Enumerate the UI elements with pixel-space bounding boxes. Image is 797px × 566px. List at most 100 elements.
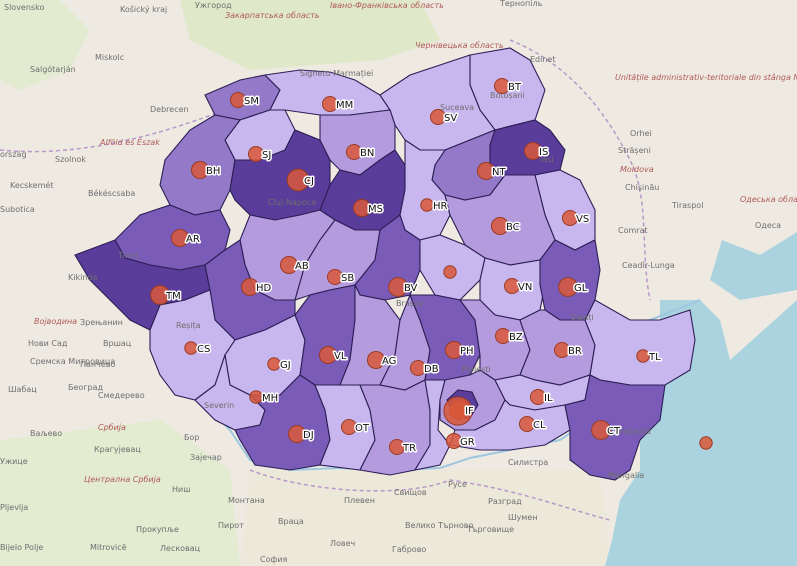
place-label-valjevo: Ваљево [30, 429, 62, 438]
place-label-bijelo: Bijelo Polje [0, 543, 43, 552]
place-label-clujnapoca: Cluj-Napoca [268, 198, 316, 207]
place-label-centralna: Централна Србија [84, 475, 161, 484]
place-label-pancevo: Панчево [80, 360, 116, 369]
place-label-vrsac: Вршац [103, 339, 132, 348]
place-label-suceava: Suceava [440, 103, 474, 112]
place-label-chernivtsi: Чернівецька область [415, 41, 504, 50]
county-label-gj: GJ [280, 360, 291, 371]
place-label-prokuplje: Прокупље [136, 525, 179, 534]
place-label-srbija: Србија [98, 423, 126, 432]
county-label-bv: BV [404, 283, 418, 294]
county-label-vs: VS [576, 214, 589, 225]
place-label-slovensko: Slovensko [4, 3, 44, 12]
bubble-tl[interactable] [636, 349, 650, 363]
bubble-gj[interactable] [267, 357, 281, 371]
place-label-moldova: Moldova [620, 165, 654, 174]
place-label-mangalia: Mangalia [608, 471, 644, 480]
place-label-vratsa: Враца [278, 517, 304, 526]
county-label-vn: VN [518, 282, 532, 293]
place-label-vojvodina: Војводина [34, 317, 77, 326]
place-label-razgrad: Разград [488, 497, 522, 506]
place-label-straseni: Strășeni [618, 146, 651, 156]
place-label-kikinda: Kikinda [68, 273, 97, 282]
county-label-is: IS [539, 147, 548, 158]
county-label-ag: AG [382, 356, 396, 367]
place-label-leskovac: Лесковац [160, 544, 201, 553]
place-label-kosicky: Košický kraj [120, 4, 167, 14]
county-label-gr: GR [460, 437, 475, 448]
place-label-odeska: Одеська область [740, 195, 797, 204]
bubble-mh[interactable] [249, 390, 263, 404]
place-label-bor: Бор [184, 433, 199, 442]
bubble-cv[interactable] [443, 265, 457, 279]
county-label-ar: AR [186, 234, 200, 245]
place-label-pljevlja: Pljevlja [0, 503, 28, 512]
place-label-edinet: Edinet [530, 55, 555, 64]
place-label-debrecen: Debrecen [150, 105, 189, 114]
place-label-sabac: Шабац [8, 385, 37, 394]
county-label-sj: SJ [262, 150, 271, 161]
place-label-svishtov: Свищов [394, 488, 427, 497]
county-label-cs: CS [197, 344, 210, 355]
place-label-comrat: Comrat [618, 226, 648, 235]
county-label-sb: SB [341, 273, 354, 284]
county-label-bn: BN [360, 148, 374, 159]
county-label-ph: PH [460, 346, 474, 357]
place-label-subotica: Subotica [0, 205, 35, 214]
county-label-mm: MM [336, 100, 353, 111]
place-label-novisad: Нови Сад [28, 339, 68, 348]
county-label-bt: BT [508, 82, 522, 93]
bubble-md[interactable] [699, 436, 713, 450]
county-label-tr: TR [402, 443, 416, 454]
place-label-uzice: Ужице [0, 457, 28, 466]
map-canvas[interactable]: Slovensko Košický kraj УжгородЗакарпатська… [0, 0, 797, 566]
place-label-orszag: ország [0, 150, 27, 159]
county-label-ab: AB [295, 261, 309, 272]
place-label-miskolc: Miskolc [95, 53, 124, 62]
county-label-cj: CJ [304, 176, 314, 187]
place-label-alfold: Alföld és Észak [99, 136, 160, 147]
county-label-sm: SM [244, 96, 259, 107]
map-view[interactable]: Slovensko Košický kraj Ужгород Закарпатська… [0, 0, 797, 566]
place-label-galati: Galați [570, 313, 594, 323]
place-label-ruse: Русе [448, 480, 467, 489]
place-label-orhei: Orhei [630, 129, 652, 138]
county-label-sv: SV [444, 113, 457, 124]
county-label-mh: MH [262, 393, 278, 404]
place-label-unitatile: Unitățile administrativ-teritoriale din … [615, 73, 797, 82]
place-label-chisinau: Chișinău [625, 183, 659, 193]
place-label-montana: Монтана [228, 496, 265, 505]
county-label-il: IL [544, 393, 553, 404]
place-label-gabrovo: Габрово [392, 545, 426, 554]
county-label-ms: MS [368, 204, 383, 215]
place-label-timis: Timiș [117, 251, 139, 261]
bubble-hr[interactable] [420, 198, 434, 212]
place-label-pirot: Пирот [218, 521, 244, 530]
county-label-if: IF [465, 406, 474, 417]
place-label-severin: Severin [204, 401, 234, 410]
place-label-sighetu: Sighetu Marmației [300, 69, 373, 79]
place-label-uzhgorod: Ужгород [195, 1, 232, 10]
county-label-bz: BZ [509, 332, 523, 343]
bubble-cs[interactable] [184, 341, 198, 355]
place-label-brasov: Brașov [396, 299, 424, 309]
place-label-ceadir: Ceadîr-Lunga [622, 261, 675, 270]
place-label-zajecar: Зајечар [190, 453, 222, 462]
place-label-nis: Ниш [172, 485, 191, 494]
place-label-lovech: Ловеч [330, 539, 355, 548]
place-label-sofia: София [260, 555, 288, 564]
county-label-bc: BC [506, 222, 520, 233]
county-label-dj: DJ [303, 430, 314, 441]
county-label-hr: HR [433, 201, 448, 212]
place-label-ploiesti: Ploiești [462, 365, 491, 375]
county-label-tm: TM [165, 291, 181, 302]
county-label-tl: TL [648, 352, 661, 363]
county-label-hd: HD [256, 283, 272, 294]
place-label-zakarp: Закарпатська область [225, 11, 320, 20]
place-label-resita: Reșița [176, 321, 201, 331]
county-label-cl: CL [533, 420, 546, 431]
place-label-ivano: Івано-Франківська область [330, 1, 444, 10]
place-label-pleven: Плевен [344, 496, 375, 505]
place-label-vtarnovo: Велико Търново [405, 521, 473, 530]
place-label-kragujevac: Крагујевац [94, 445, 141, 454]
